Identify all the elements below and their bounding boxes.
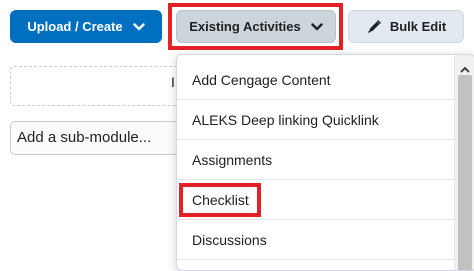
bulk-edit-button[interactable]: Bulk Edit — [348, 10, 464, 43]
chevron-down-icon — [132, 22, 145, 31]
pencil-icon — [366, 19, 382, 35]
obscured-text: I — [171, 74, 175, 90]
checklist-highlight — [179, 183, 261, 217]
bulk-edit-label: Bulk Edit — [389, 19, 447, 34]
upload-create-button[interactable]: Upload / Create — [10, 10, 162, 43]
existing-activities-highlight — [168, 3, 343, 50]
menu-scrollbar[interactable] — [454, 55, 474, 270]
menu-item-aleks-deep-linking-quicklink[interactable]: ALEKS Deep linking Quicklink — [177, 100, 454, 140]
menu-item-add-cengage-content[interactable]: Add Cengage Content — [177, 60, 454, 100]
menu-item-assignments[interactable]: Assignments — [177, 140, 454, 180]
scroll-up-arrow-icon[interactable] — [459, 61, 471, 73]
scroll-thumb[interactable] — [458, 75, 472, 270]
add-sub-module-input[interactable]: Add a sub-module... — [10, 121, 190, 155]
drop-zone[interactable] — [10, 66, 190, 106]
existing-activities-menu: Add Cengage Content ALEKS Deep linking Q… — [176, 54, 474, 271]
upload-create-label: Upload / Create — [27, 19, 123, 34]
menu-item-discussions[interactable]: Discussions — [177, 220, 454, 260]
